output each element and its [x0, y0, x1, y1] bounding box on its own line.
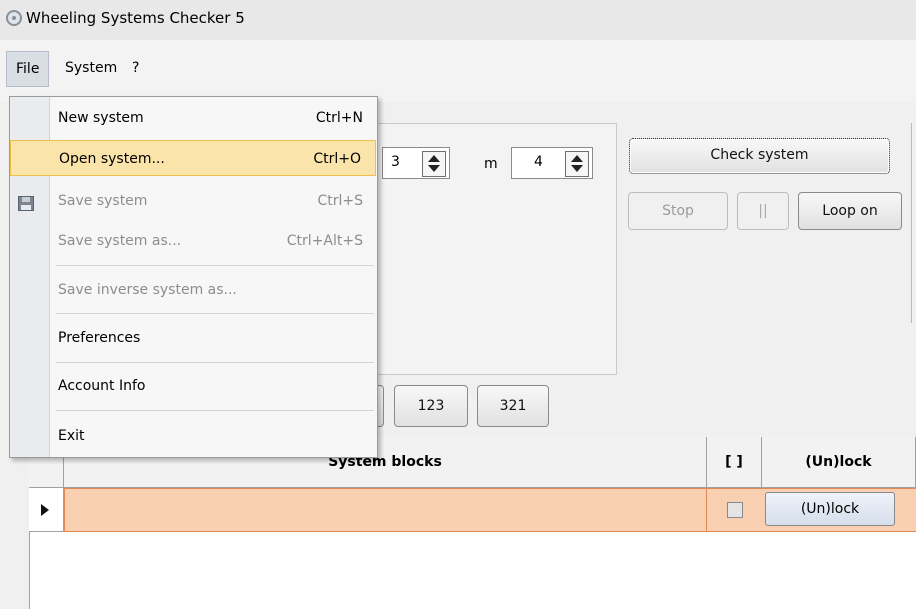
m-label: m	[484, 156, 498, 172]
menu-item-label: Account Info	[58, 378, 146, 394]
loop-on-button[interactable]: Loop on	[798, 192, 902, 230]
menu-separator	[56, 313, 374, 314]
menu-separator	[56, 410, 374, 411]
menu-help[interactable]: ?	[123, 51, 148, 87]
system-block-cell[interactable]	[64, 488, 707, 532]
menu-system[interactable]: System	[56, 51, 126, 87]
menu-item-label: Open system...	[59, 151, 165, 167]
m-value[interactable]: 4	[534, 154, 543, 170]
menu-file[interactable]: File	[6, 51, 50, 87]
unlock-button[interactable]: (Un)lock	[765, 492, 895, 526]
save-disk-icon	[18, 196, 34, 211]
menu-item-shortcut: Ctrl+O	[313, 151, 361, 167]
menu-item-label: Save system as...	[58, 233, 182, 249]
menu-item-shortcut: Ctrl+N	[315, 110, 363, 126]
menu-item-shortcut: Ctrl+Alt+S	[286, 233, 363, 249]
menu-item-label: Exit	[58, 428, 85, 444]
app-icon	[6, 10, 22, 26]
menu-item-save-system-as[interactable]: Save system as... Ctrl+Alt+S	[50, 223, 377, 259]
menu-item-shortcut: Ctrl+S	[317, 193, 363, 209]
n-spinner[interactable]: 3	[382, 147, 450, 179]
menu-item-exit[interactable]: Exit	[50, 418, 377, 454]
row-selector-arrow-icon[interactable]	[29, 488, 64, 532]
stop-button[interactable]: Stop	[628, 192, 728, 230]
menu-item-label: Save inverse system as...	[58, 282, 237, 298]
order-321-button[interactable]: 321	[477, 385, 549, 427]
spin-updown-icon[interactable]	[565, 151, 589, 177]
menu-item-label: Save system	[58, 193, 148, 209]
menu-item-label: Preferences	[58, 330, 141, 346]
menu-item-save-inverse-system-as[interactable]: Save inverse system as...	[50, 272, 377, 308]
menu-item-preferences[interactable]: Preferences	[50, 320, 377, 356]
right-panel-edge	[911, 123, 916, 323]
menu-separator	[56, 265, 374, 266]
column-header-unlock[interactable]: (Un)lock	[762, 437, 916, 488]
menu-item-new-system[interactable]: New system Ctrl+N	[50, 100, 377, 136]
pause-button[interactable]: ||	[737, 192, 789, 230]
n-value[interactable]: 3	[391, 154, 400, 170]
check-system-button[interactable]: Check system	[629, 138, 890, 174]
column-header-checkbox[interactable]: [ ]	[707, 437, 762, 488]
m-spinner[interactable]: 4	[511, 147, 593, 179]
spin-updown-icon[interactable]	[422, 151, 446, 177]
menu-item-save-system[interactable]: Save system Ctrl+S	[50, 183, 377, 219]
menu-item-label: New system	[58, 110, 144, 126]
order-123-button[interactable]: 123	[394, 385, 468, 427]
menu-separator	[56, 362, 374, 363]
row-checkbox[interactable]	[727, 502, 743, 518]
menu-item-account-info[interactable]: Account Info	[50, 368, 377, 404]
window-title: Wheeling Systems Checker 5	[26, 9, 245, 27]
menu-item-open-system[interactable]: Open system... Ctrl+O	[10, 140, 376, 176]
